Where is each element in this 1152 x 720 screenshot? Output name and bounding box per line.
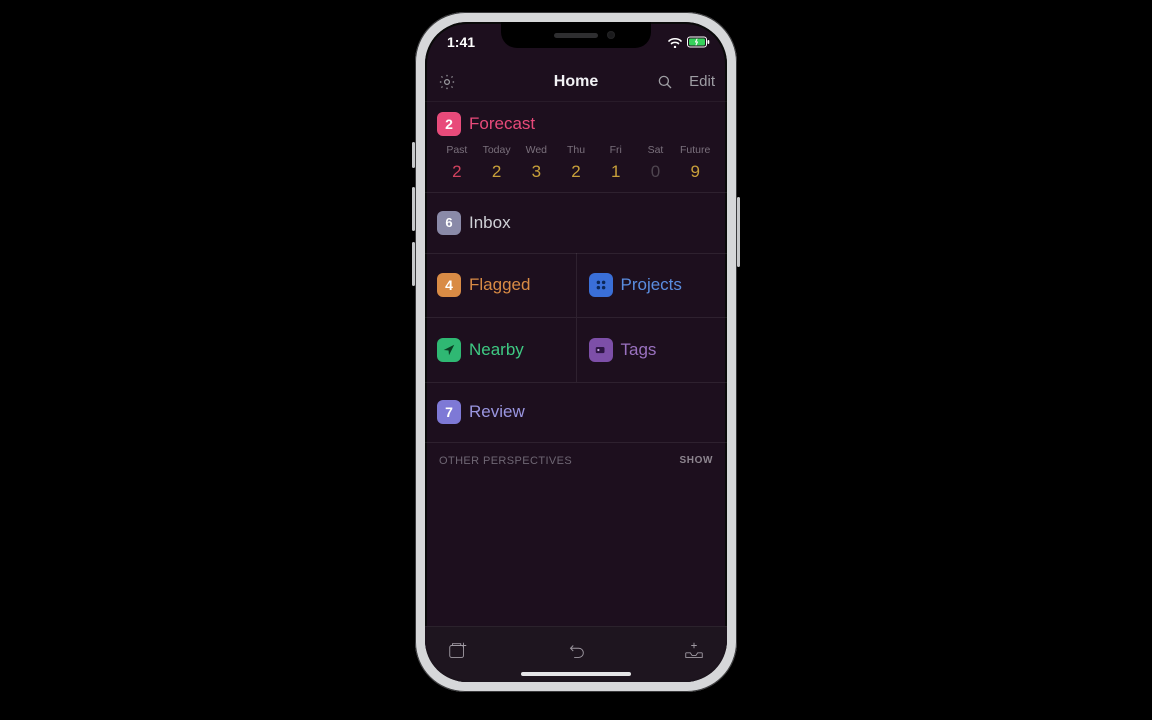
forecast-day[interactable]: Past 2 (437, 144, 477, 182)
inbox-badge: 6 (437, 211, 461, 235)
forecast-day-count: 2 (437, 162, 477, 182)
projects-title: Projects (621, 275, 682, 295)
mute-switch (412, 142, 415, 168)
undo-button[interactable] (561, 636, 591, 666)
edit-button[interactable]: Edit (689, 73, 715, 90)
row-nearby-tags: Nearby Tags (425, 318, 727, 382)
row-flagged-projects: 4 Flagged Projects (425, 253, 727, 317)
forecast-day[interactable]: Today 2 (477, 144, 517, 182)
projects-icon (589, 273, 613, 297)
forecast-badge: 2 (437, 112, 461, 136)
forecast-day-label: Future (675, 144, 715, 156)
volume-down-button (412, 242, 415, 286)
content-area: 2 Forecast Past2Today2Wed3Thu2Fri1Sat0Fu… (425, 102, 727, 626)
other-perspectives-row: OTHER PERSPECTIVES SHOW (425, 443, 727, 479)
forecast-day-count: 3 (516, 162, 556, 182)
power-button (737, 197, 740, 267)
tag-icon (589, 338, 613, 362)
forecast-day-label: Past (437, 144, 477, 156)
forecast-day-label: Today (477, 144, 517, 156)
inbox-title: Inbox (469, 213, 511, 233)
settings-button[interactable] (437, 72, 457, 92)
review-title: Review (469, 402, 525, 422)
forecast-day[interactable]: Future 9 (675, 144, 715, 182)
tags-cell[interactable]: Tags (577, 318, 728, 382)
location-arrow-icon (437, 338, 461, 362)
home-indicator[interactable] (521, 672, 631, 676)
forecast-day-count: 2 (477, 162, 517, 182)
flagged-badge: 4 (437, 273, 461, 297)
search-button[interactable] (655, 72, 675, 92)
forecast-day-count: 0 (636, 162, 676, 182)
status-time: 1:41 (447, 34, 475, 50)
inbox-cell[interactable]: 6 Inbox (425, 193, 727, 253)
phone-frame: 1:41 (415, 12, 737, 692)
flagged-title: Flagged (469, 275, 530, 295)
forecast-title: Forecast (469, 114, 535, 134)
wifi-icon (667, 36, 683, 48)
review-cell[interactable]: 7 Review (425, 382, 727, 442)
nav-bar: Home Edit (425, 62, 727, 102)
new-project-button[interactable] (443, 636, 473, 666)
other-perspectives-label: OTHER PERSPECTIVES (439, 455, 572, 467)
forecast-days-row: Past2Today2Wed3Thu2Fri1Sat0Future9 (437, 144, 715, 192)
nearby-title: Nearby (469, 340, 524, 360)
forecast-day-label: Thu (556, 144, 596, 156)
new-inbox-item-button[interactable] (679, 636, 709, 666)
projects-cell[interactable]: Projects (577, 253, 728, 317)
forecast-day[interactable]: Fri 1 (596, 144, 636, 182)
show-other-button[interactable]: SHOW (679, 455, 713, 466)
screen: 1:41 (425, 22, 727, 682)
battery-charging-icon (687, 36, 711, 48)
tags-title: Tags (621, 340, 657, 360)
notch (501, 22, 651, 48)
forecast-day[interactable]: Wed 3 (516, 144, 556, 182)
forecast-day-count: 1 (596, 162, 636, 182)
forecast-cell[interactable]: 2 Forecast Past2Today2Wed3Thu2Fri1Sat0Fu… (425, 102, 727, 192)
forecast-day-count: 2 (556, 162, 596, 182)
forecast-day-label: Wed (516, 144, 556, 156)
forecast-day-label: Fri (596, 144, 636, 156)
forecast-day-label: Sat (636, 144, 676, 156)
review-badge: 7 (437, 400, 461, 424)
forecast-day-count: 9 (675, 162, 715, 182)
nearby-cell[interactable]: Nearby (425, 318, 577, 382)
forecast-day[interactable]: Thu 2 (556, 144, 596, 182)
volume-up-button (412, 187, 415, 231)
front-camera (607, 31, 615, 39)
speaker-grill (554, 33, 598, 38)
flagged-cell[interactable]: 4 Flagged (425, 253, 577, 317)
forecast-day[interactable]: Sat 0 (636, 144, 676, 182)
